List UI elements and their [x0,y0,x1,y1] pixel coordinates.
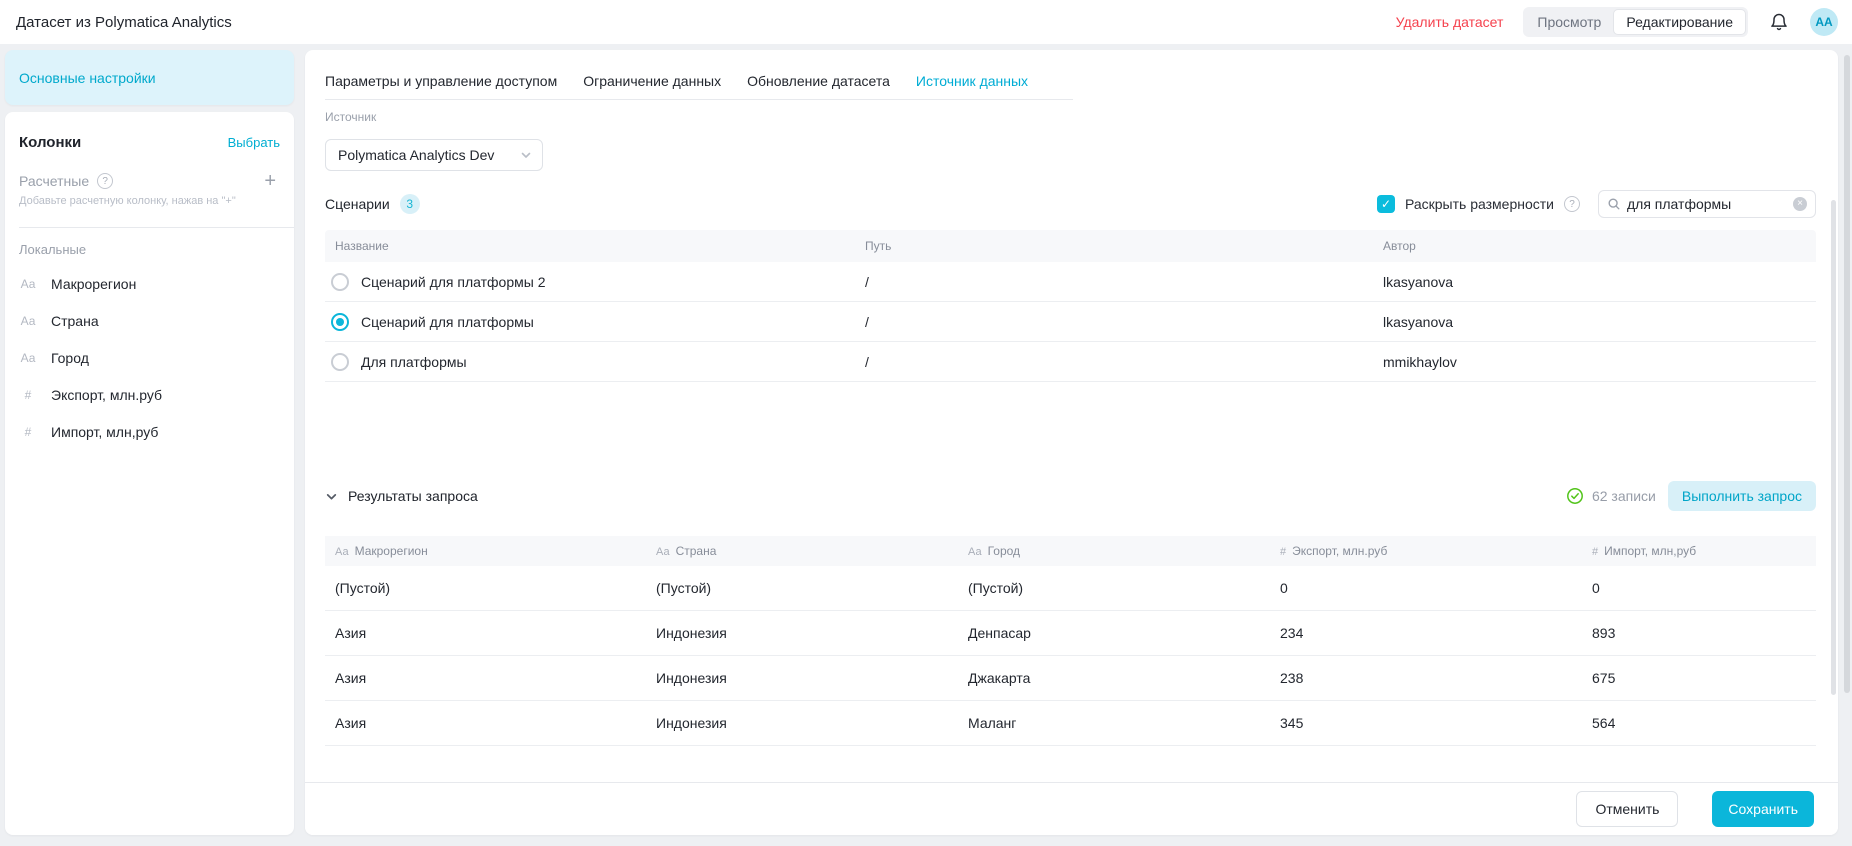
columns-title: Колонки [19,134,81,151]
column-item-strana[interactable]: Аа Страна [19,302,280,339]
tabs-bar: Параметры и управление доступом Ограниче… [325,62,1073,100]
text-type-icon: Аа [19,314,37,328]
tab-dataset-update[interactable]: Обновление датасета [747,73,890,89]
col-header-import: #Импорт, млн,руб [1582,544,1816,558]
scenario-search-input[interactable] [1627,196,1787,212]
topbar: Датасет из Polymatica Analytics Удалить … [0,0,1852,44]
scenarios-count-badge: 3 [400,194,420,214]
sidebar-item-main-settings[interactable]: Основные настройки [5,50,294,105]
tab-parameters-access[interactable]: Параметры и управление доступом [325,73,557,89]
tab-data-source[interactable]: Источник данных [916,73,1028,89]
mode-segmented-control: Просмотр Редактирование [1523,7,1748,37]
radio-selected-icon[interactable] [331,313,349,331]
scenarios-table-header: Название Путь Автор [325,230,1816,262]
radio-unselected-icon[interactable] [331,273,349,291]
sidebar-columns-panel: Колонки Выбрать Расчетные ? + Добавьте р… [5,112,294,835]
col-header-strana: АаСтрана [646,544,958,558]
scenario-row[interactable]: Для платформы / mmikhaylov [325,342,1816,382]
run-query-button[interactable]: Выполнить запрос [1668,481,1816,511]
radio-unselected-icon[interactable] [331,353,349,371]
col-header-export: #Экспорт, млн.руб [1270,544,1582,558]
number-type-icon: # [1280,546,1286,558]
text-type-icon: Аа [656,546,670,558]
add-calculated-column-button[interactable]: + [260,171,280,191]
scenario-row[interactable]: Сценарий для платформы 2 / lkasyanova [325,262,1816,302]
number-type-icon: # [1592,546,1598,558]
results-collapse-toggle[interactable]: Результаты запроса [325,488,478,504]
content-scrollbar-thumb[interactable] [1831,200,1836,695]
results-header: Результаты запроса 62 записи Выполнить з… [325,481,1816,511]
avatar[interactable]: AA [1810,8,1838,36]
scenarios-title: Сценарии [325,196,390,212]
expand-dimensions-help-icon[interactable]: ? [1564,196,1580,212]
column-item-export[interactable]: # Экспорт, млн.руб [19,376,280,413]
mode-view-option[interactable]: Просмотр [1525,9,1613,35]
window-scrollbar-thumb[interactable] [1844,55,1850,693]
clear-search-icon[interactable]: × [1793,197,1807,211]
source-select-value: Polymatica Analytics Dev [338,147,494,163]
topbar-actions: Удалить датасет Просмотр Редактирование … [1396,7,1838,37]
scenarios-header: Сценарии 3 ✓ Раскрыть размерности ? × [325,189,1816,219]
tab-data-restriction[interactable]: Ограничение данных [583,73,721,89]
mode-edit-option[interactable]: Редактирование [1613,9,1746,35]
check-circle-icon [1566,487,1584,505]
form-footer: Отменить Сохранить [305,782,1838,835]
delete-dataset-button[interactable]: Удалить датасет [1396,14,1504,30]
main-panel: Параметры и управление доступом Ограниче… [305,50,1838,835]
sidebar-item-label: Основные настройки [19,70,156,86]
text-type-icon: Аа [335,546,349,558]
calculated-hint: Добавьте расчетную колонку, нажав на "+" [19,195,280,207]
chevron-down-icon [520,149,532,161]
source-label: Источник [325,110,376,124]
col-header-name: Название [325,239,865,253]
search-icon [1607,197,1621,211]
results-title: Результаты запроса [348,488,478,504]
table-row: Азия Индонезия Денпасар 234 893 [325,611,1816,656]
table-row-partial [325,746,1816,763]
text-type-icon: Аа [19,277,37,291]
results-table-header: АаМакрорегион АаСтрана АаГород #Экспорт,… [325,536,1816,566]
col-header-author: Автор [1383,239,1816,253]
sidebar-divider [19,227,294,228]
collapse-chevron-icon [325,490,338,503]
table-row: (Пустой) (Пустой) (Пустой) 0 0 [325,566,1816,611]
source-select[interactable]: Polymatica Analytics Dev [325,139,543,171]
columns-list: Аа Макрорегион Аа Страна Аа Город # Эксп… [19,265,280,450]
col-header-path: Путь [865,239,1383,253]
notifications-bell-icon[interactable] [1768,11,1790,33]
results-table: АаМакрорегион АаСтрана АаГород #Экспорт,… [325,536,1816,763]
scenario-search: × [1598,190,1816,218]
col-header-makroregion: АаМакрорегион [325,544,646,558]
cancel-button[interactable]: Отменить [1576,791,1678,827]
table-row: Азия Индонезия Маланг 345 564 [325,701,1816,746]
records-count: 62 записи [1566,487,1656,505]
calculated-label: Расчетные [19,173,89,189]
text-type-icon: Аа [19,351,37,365]
scenario-row-selected[interactable]: Сценарий для платформы / lkasyanova [325,302,1816,342]
number-type-icon: # [19,425,37,439]
column-item-gorod[interactable]: Аа Город [19,339,280,376]
text-type-icon: Аа [968,546,982,558]
number-type-icon: # [19,388,37,402]
local-columns-label: Локальные [19,242,280,257]
table-row: Азия Индонезия Джакарта 238 675 [325,656,1816,701]
expand-dimensions-checkbox[interactable]: ✓ [1377,195,1395,213]
records-count-label: 62 записи [1592,488,1656,504]
col-header-gorod: АаГород [958,544,1270,558]
page-title: Датасет из Polymatica Analytics [16,14,232,31]
save-button[interactable]: Сохранить [1712,791,1814,827]
expand-dimensions-label: Раскрыть размерности [1405,196,1554,212]
choose-columns-link[interactable]: Выбрать [228,135,280,150]
scenarios-table: Название Путь Автор Сценарий для платфор… [325,230,1816,382]
calculated-help-icon[interactable]: ? [97,173,113,189]
column-item-import[interactable]: # Импорт, млн,руб [19,413,280,450]
column-item-makroregion[interactable]: Аа Макрорегион [19,265,280,302]
